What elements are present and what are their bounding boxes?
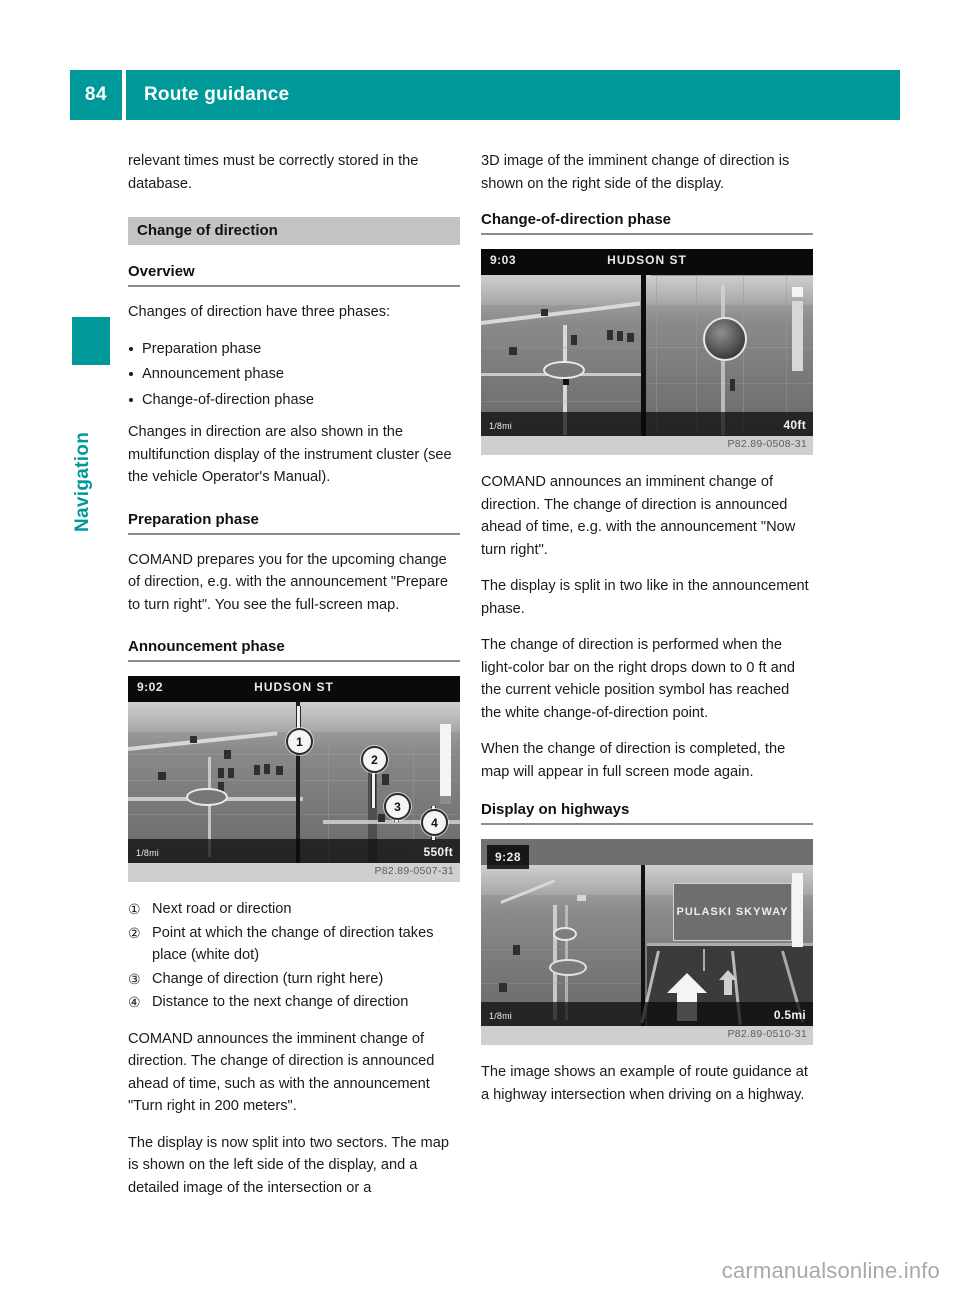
list-item: ② Point at which the change of direction… [128, 922, 460, 967]
screen-distance-readout: 40ft [783, 418, 806, 432]
legend-text: Next road or direction [152, 901, 292, 917]
chapter-label-navigation: Navigation [72, 431, 93, 533]
screen-bottom-bar [481, 412, 813, 436]
heading-rule [128, 285, 460, 287]
list-item: Preparation phase [128, 338, 460, 361]
figure-credit: P82.89-0508-31 [727, 438, 807, 450]
figure-credit-bar: P82.89-0508-31 [481, 436, 813, 455]
overview-note: Changes in direction are also shown in t… [128, 424, 452, 485]
legend-number-icon: ② [128, 924, 141, 941]
screen-clock: 9:28 [495, 850, 522, 864]
list-item-label: Preparation phase [142, 340, 262, 357]
change-text-1: COMAND announces an imminent change of d… [481, 474, 796, 558]
announcement-text-2: The display is now split into two sector… [128, 1134, 449, 1196]
screen-map-scale: 1/8mi [489, 421, 513, 431]
figure-display-on-highways: PULASKI SKYWAY 9:28 1/8mi 0.5mi P82.89-0… [481, 839, 813, 1045]
highway-sign: PULASKI SKYWAY [673, 883, 792, 941]
screen-road-name: HUDSON ST [254, 680, 334, 694]
left-column: relevant times must be correctly stored … [128, 150, 460, 1213]
screen-bottom-bar [128, 839, 460, 863]
map-horizon [481, 275, 813, 305]
heading-overview: Overview [128, 263, 195, 280]
screen-status-bar: 9:02 HUDSON ST [128, 676, 460, 702]
page-header: 84 Route guidance [70, 70, 900, 120]
screen-status-bar: 9:03 HUDSON ST [481, 249, 813, 275]
heading-announcement-phase: Announcement phase [128, 638, 285, 655]
callout-marker-2: 2 [361, 746, 388, 773]
comand-screen-change-of-direction: 9:03 HUDSON ST 1/8mi 40ft [481, 249, 813, 436]
heading-change-of-direction-phase: Change-of-direction phase [481, 211, 672, 228]
highway-text: The image shows an example of route guid… [481, 1064, 808, 1103]
screen-map-scale: 1/8mi [136, 848, 160, 858]
list-item: ③ Change of direction (turn right here) [128, 968, 460, 991]
callout-marker-4: 4 [421, 809, 448, 836]
preparation-text: COMAND prepares you for the upcoming cha… [128, 551, 448, 613]
right-column: 3D image of the imminent change of direc… [481, 150, 813, 1120]
figure-credit-bar: P82.89-0507-31 [128, 863, 460, 882]
comand-screen-announcement: 9:02 HUDSON ST 1/8mi 550ft 1 2 3 4 [128, 676, 460, 863]
list-item-label: Change-of-direction phase [142, 391, 314, 408]
list-item: Change-of-direction phase [128, 389, 460, 412]
screen-map-scale: 1/8mi [489, 1011, 513, 1021]
figure-legend-list: ① Next road or direction ② Point at whic… [128, 898, 460, 1014]
legend-text: Point at which the change of direction t… [152, 924, 434, 964]
legend-number-icon: ④ [128, 994, 141, 1010]
page-title: Route guidance [126, 70, 900, 120]
continuation-text: 3D image of the imminent change of direc… [481, 153, 790, 192]
screen-road-name: HUDSON ST [607, 253, 687, 267]
figure-announcement-phase: 9:02 HUDSON ST 1/8mi 550ft 1 2 3 4 P82.8… [128, 676, 460, 882]
overview-intro: Changes of direction have three phases: [128, 304, 391, 320]
comand-screen-highway: PULASKI SKYWAY 9:28 1/8mi 0.5mi [481, 839, 813, 1026]
legend-text: Change of direction (turn right here) [152, 970, 384, 987]
heading-rule [481, 823, 813, 825]
list-item: Announcement phase [128, 363, 460, 386]
screen-bottom-bar [481, 1002, 813, 1026]
heading-preparation-phase: Preparation phase [128, 510, 259, 528]
phase-bullet-list: Preparation phase Announcement phase Cha… [128, 338, 460, 412]
vehicle-position-symbol [703, 317, 747, 361]
legend-number-icon: ③ [128, 970, 141, 987]
list-item: ④ Distance to the next change of directi… [128, 991, 460, 1014]
bullet-dot-icon [129, 346, 133, 351]
guidance-arrow-icon [667, 973, 707, 993]
intro-paragraph: relevant times must be correctly stored … [128, 153, 419, 192]
heading-rule [128, 660, 460, 662]
bullet-dot-icon [129, 372, 133, 376]
heading-rule [481, 233, 813, 235]
change-text-3: The change of direction is performed whe… [481, 637, 795, 721]
screen-distance-readout: 0.5mi [773, 1008, 806, 1022]
figure-credit: P82.89-0507-31 [374, 865, 454, 877]
bullet-dot-icon [129, 397, 133, 402]
heading-rule [128, 532, 460, 535]
screen-distance-readout: 550ft [423, 845, 453, 859]
figure-credit-bar: P82.89-0510-31 [481, 1026, 813, 1045]
legend-text: Distance to the next change of direction [152, 994, 409, 1010]
page-number: 84 [70, 70, 122, 120]
list-item: ① Next road or direction [128, 898, 460, 921]
change-text-2: The display is split in two like in the … [481, 578, 809, 617]
figure-change-of-direction: 9:03 HUDSON ST 1/8mi 40ft P82.89-0508-31 [481, 249, 813, 455]
callout-marker-3: 3 [384, 793, 411, 820]
list-item-label: Announcement phase [142, 366, 284, 382]
legend-number-icon: ① [128, 901, 141, 917]
section-banner-change-of-direction: Change of direction [128, 217, 460, 245]
footer-watermark: carmanualsonline.info [721, 1258, 940, 1283]
announcement-text-1: COMAND announces the imminent change of … [128, 1030, 435, 1115]
chapter-tab-marker [72, 317, 110, 365]
figure-credit: P82.89-0510-31 [727, 1028, 807, 1040]
callout-marker-1: 1 [286, 728, 313, 755]
change-text-4: When the change of direction is complete… [481, 741, 786, 780]
screen-clock-badge: 9:28 [487, 845, 530, 869]
map-horizon [128, 702, 460, 732]
heading-display-on-highways: Display on highways [481, 801, 630, 818]
